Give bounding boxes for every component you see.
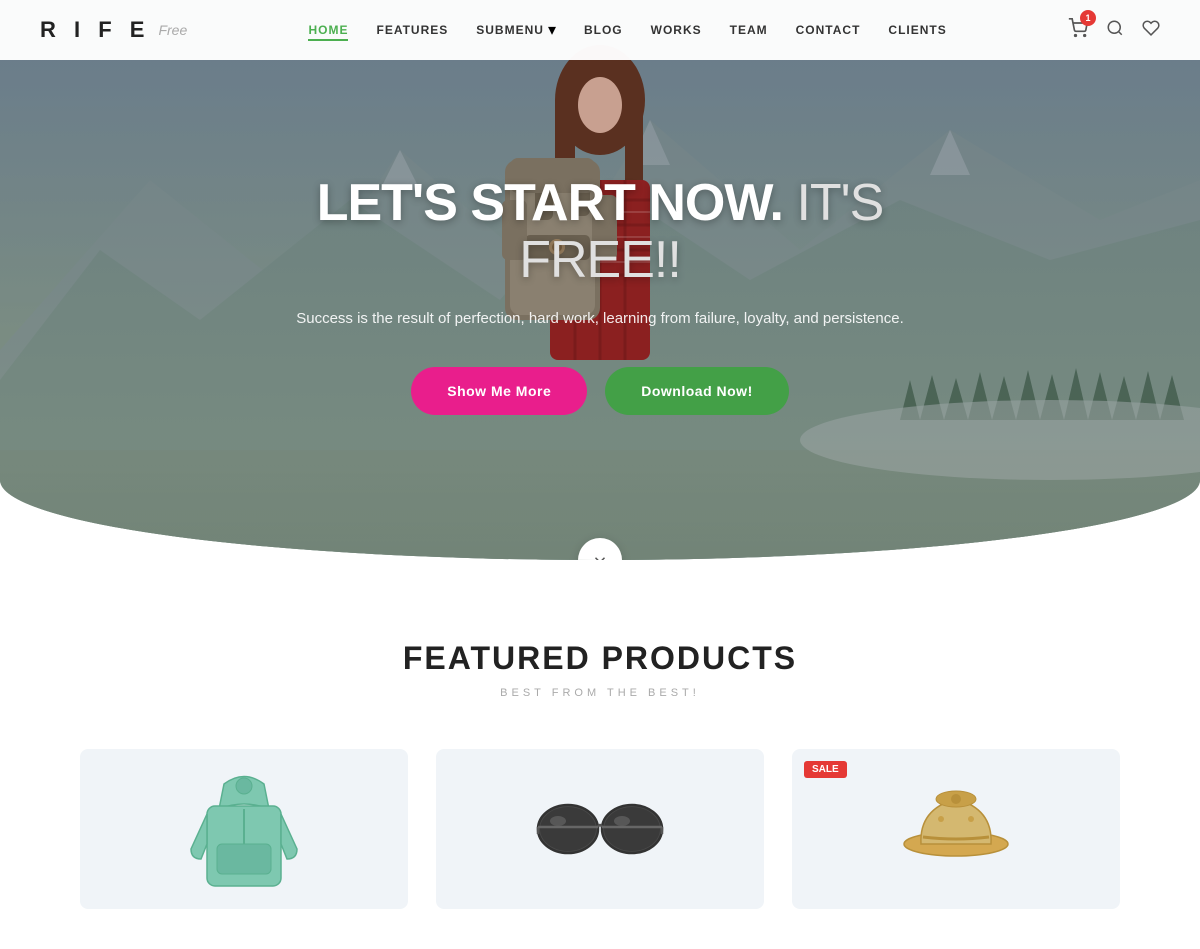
logo-free: Free <box>158 22 187 38</box>
product-card-hoodie[interactable] <box>80 749 408 909</box>
download-button[interactable]: Download Now! <box>605 367 789 415</box>
hero-subtext: Success is the result of perfection, har… <box>250 307 950 331</box>
hero-section: LET'S START NOW. IT'S FREE!! Success is … <box>0 0 1200 560</box>
hero-heading-main: LET'S START NOW. <box>317 174 783 232</box>
nav-item-clients[interactable]: CLIENTS <box>888 21 946 39</box>
product-card-hat[interactable]: SALE <box>792 749 1120 909</box>
chevron-down-icon <box>591 551 609 560</box>
nav-item-features[interactable]: FEATURES <box>376 21 448 39</box>
hero-buttons: Show Me More Download Now! <box>250 367 950 415</box>
nav-link-blog[interactable]: BLOG <box>584 23 623 37</box>
logo-rife: R I F E <box>40 17 150 43</box>
cart-badge: 1 <box>1080 10 1096 26</box>
nav-item-contact[interactable]: CONTACT <box>796 21 861 39</box>
nav-item-submenu[interactable]: SUBMENU ▾ <box>476 20 556 40</box>
nav-link-features[interactable]: FEATURES <box>376 23 448 37</box>
nav-item-team[interactable]: TEAM <box>730 21 768 39</box>
products-title: FEATURED PRODUCTS <box>80 640 1120 677</box>
products-grid: SALE <box>80 749 1120 909</box>
nav-item-blog[interactable]: BLOG <box>584 21 623 39</box>
dropdown-arrow-icon: ▾ <box>548 20 556 40</box>
nav-item-works[interactable]: WORKS <box>651 21 702 39</box>
nav-link-home[interactable]: HOME <box>308 23 348 41</box>
hoodie-illustration <box>189 764 299 894</box>
nav-icons: 1 <box>1068 18 1160 43</box>
nav-link-contact[interactable]: CONTACT <box>796 23 861 37</box>
wishlist-icon[interactable] <box>1142 19 1160 42</box>
products-subtitle: BEST FROM THE BEST! <box>80 687 1120 699</box>
products-section: FEATURED PRODUCTS BEST FROM THE BEST! <box>0 560 1200 949</box>
nav-link-works[interactable]: WORKS <box>651 23 702 37</box>
hat-illustration <box>901 779 1011 879</box>
sale-badge: SALE <box>804 761 847 778</box>
nav-link-team[interactable]: TEAM <box>730 23 768 37</box>
product-card-glasses[interactable] <box>436 749 764 909</box>
nav-links: HOME FEATURES SUBMENU ▾ BLOG WORKS TEAM … <box>308 20 946 40</box>
show-more-button[interactable]: Show Me More <box>411 367 587 415</box>
hero-content: LET'S START NOW. IT'S FREE!! Success is … <box>250 175 950 415</box>
cart-icon[interactable]: 1 <box>1068 18 1088 43</box>
nav-item-home[interactable]: HOME <box>308 21 348 39</box>
navbar: R I F E Free HOME FEATURES SUBMENU ▾ BLO… <box>0 0 1200 60</box>
nav-link-clients[interactable]: CLIENTS <box>888 23 946 37</box>
glasses-illustration <box>530 789 670 869</box>
nav-link-submenu[interactable]: SUBMENU <box>476 23 544 37</box>
hero-heading: LET'S START NOW. IT'S FREE!! <box>250 175 950 289</box>
search-icon[interactable] <box>1106 19 1124 42</box>
logo[interactable]: R I F E Free <box>40 17 187 43</box>
